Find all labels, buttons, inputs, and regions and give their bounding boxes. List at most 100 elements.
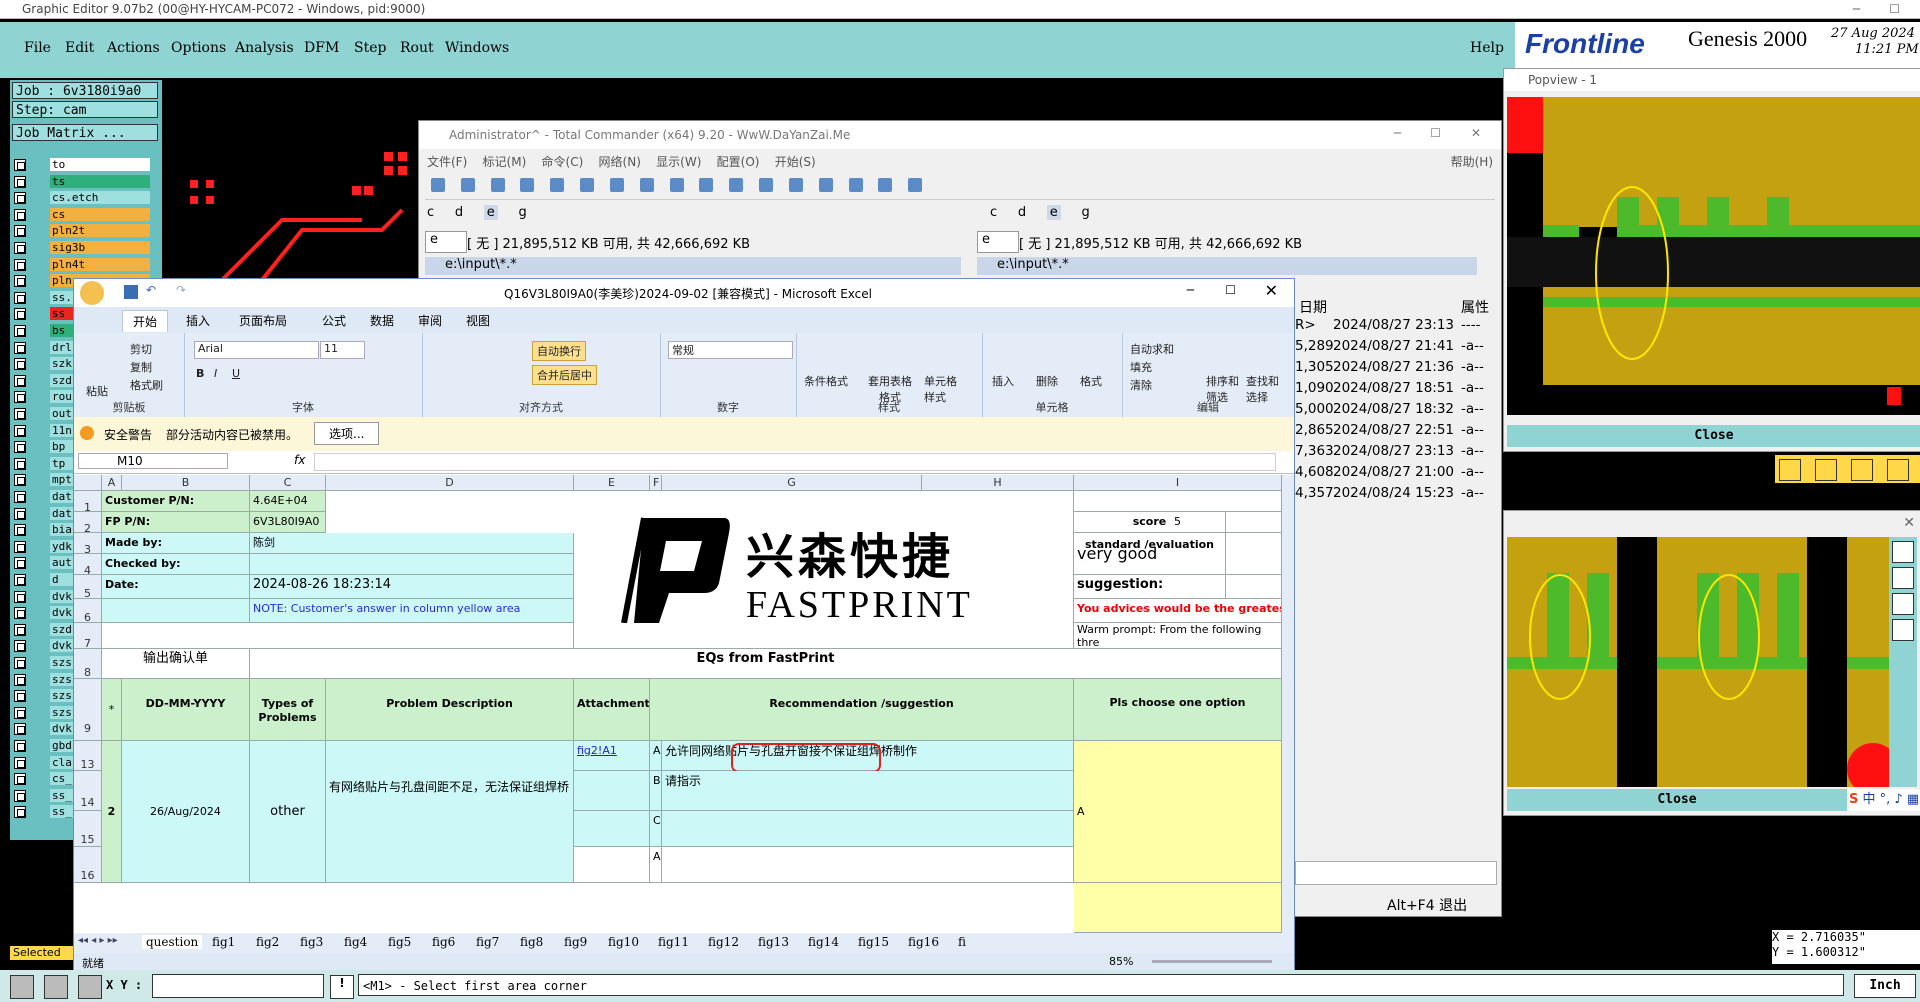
layer-row[interactable]: pln2t bbox=[14, 224, 154, 238]
tab-data[interactable]: 数据 bbox=[370, 312, 394, 329]
layer-checkbox[interactable] bbox=[14, 673, 26, 686]
row-header[interactable]: 6 bbox=[74, 599, 102, 623]
layer-name[interactable]: cs.etch bbox=[50, 191, 150, 205]
layer-checkbox[interactable] bbox=[14, 806, 26, 819]
layer-checkbox[interactable] bbox=[14, 524, 26, 537]
checked-by-value[interactable] bbox=[250, 554, 574, 575]
tc-file-row[interactable]: 4,357 2024/08/24 15:23 -a-- bbox=[1295, 485, 1495, 506]
select-icon[interactable] bbox=[1815, 459, 1837, 481]
column-header[interactable]: H bbox=[922, 475, 1074, 491]
unpack-icon[interactable] bbox=[699, 178, 714, 192]
sheet-tab[interactable]: fig7 bbox=[476, 935, 499, 949]
tc-file-row[interactable]: 5,289 2024/08/27 21:41 -a-- bbox=[1295, 338, 1495, 359]
sheet-tab[interactable]: fig13 bbox=[758, 935, 789, 949]
sheet-tab[interactable]: fig14 bbox=[808, 935, 839, 949]
menu-options[interactable]: Options bbox=[171, 40, 226, 56]
layer-checkbox[interactable] bbox=[14, 325, 26, 337]
customer-pn-value[interactable]: 4.64E+04 bbox=[250, 491, 326, 512]
row-header[interactable]: 7 bbox=[74, 623, 102, 649]
layer-checkbox[interactable] bbox=[14, 607, 26, 620]
tc-col-date[interactable]: 日期 bbox=[1299, 297, 1327, 317]
compare-icon[interactable] bbox=[878, 178, 893, 192]
popview-close-button[interactable]: Close bbox=[1507, 425, 1920, 447]
tc-col-attr[interactable]: 属性 bbox=[1461, 297, 1489, 317]
maximize-icon[interactable]: ☐ bbox=[1889, 0, 1900, 18]
popview2-close-button[interactable]: Close bbox=[1507, 789, 1847, 811]
ime-toolbar[interactable]: S 中 °, ♪ ▦ bbox=[1849, 789, 1920, 811]
close-icon[interactable]: ✕ bbox=[1903, 515, 1915, 531]
thumbnail-icon[interactable] bbox=[520, 178, 535, 192]
url-icon[interactable] bbox=[759, 178, 774, 192]
layer-checkbox[interactable] bbox=[14, 507, 26, 520]
layer-checkbox[interactable] bbox=[14, 341, 26, 354]
layer-checkbox[interactable] bbox=[14, 540, 26, 553]
layer-name[interactable]: sig3b bbox=[50, 241, 150, 254]
layer-checkbox[interactable] bbox=[14, 690, 26, 703]
cell[interactable] bbox=[102, 599, 250, 623]
cell[interactable] bbox=[574, 847, 650, 883]
fill-button[interactable]: 填充 bbox=[1130, 359, 1152, 375]
drive-c-right[interactable]: c bbox=[990, 205, 997, 220]
layer-checkbox[interactable] bbox=[14, 740, 26, 752]
layer-name[interactable]: pln2t bbox=[50, 224, 150, 238]
tc-file-row[interactable]: 4,608 2024/08/27 21:00 -a-- bbox=[1295, 464, 1495, 485]
sheet-tab[interactable]: fig1 bbox=[212, 935, 235, 949]
layer-checkbox[interactable] bbox=[14, 424, 26, 437]
layer-row[interactable]: cs bbox=[14, 207, 154, 222]
snap-icon[interactable] bbox=[1887, 459, 1909, 481]
menu-help[interactable]: Help bbox=[1470, 40, 1504, 56]
sheet-tab[interactable]: fig3 bbox=[300, 935, 323, 949]
units-button[interactable]: Inch bbox=[1854, 974, 1916, 998]
menu-dfm[interactable]: DFM bbox=[304, 40, 339, 56]
drive-g-right[interactable]: g bbox=[1081, 205, 1089, 220]
layer-name[interactable]: to bbox=[50, 158, 150, 171]
tc-close-icon[interactable]: ✕ bbox=[1471, 126, 1481, 140]
tc-left-drive-select[interactable]: e bbox=[425, 231, 467, 253]
layer-checkbox[interactable] bbox=[14, 657, 26, 669]
score-value[interactable]: 5 bbox=[1074, 512, 1282, 533]
tc-menu-mark[interactable]: 标记(M) bbox=[483, 155, 527, 169]
xy-input[interactable] bbox=[152, 974, 324, 998]
format-painter-button[interactable]: 格式刷 bbox=[130, 377, 163, 393]
excel-maximize-icon[interactable]: ☐ bbox=[1225, 283, 1236, 297]
cut-button[interactable]: 剪切 bbox=[130, 341, 152, 357]
zoom-in-icon[interactable] bbox=[1892, 541, 1914, 563]
sheet-tab[interactable]: fig16 bbox=[908, 935, 939, 949]
tab-review[interactable]: 审阅 bbox=[418, 312, 442, 329]
pan-icon[interactable] bbox=[1892, 593, 1914, 615]
layer-checkbox[interactable] bbox=[14, 491, 26, 503]
sheet-tab[interactable]: fig4 bbox=[344, 935, 367, 949]
grid-mode-icon[interactable] bbox=[78, 975, 102, 999]
security-options-button[interactable]: 选项... bbox=[314, 422, 380, 445]
tc-command-line[interactable] bbox=[1295, 861, 1497, 885]
ftp-icon[interactable] bbox=[729, 178, 744, 192]
tab-page-layout[interactable]: 页面布局 bbox=[239, 312, 287, 329]
suggestion-value[interactable] bbox=[1074, 575, 1282, 599]
snap-mode-icon[interactable] bbox=[44, 975, 68, 999]
pcb-canvas[interactable] bbox=[162, 80, 422, 280]
sheet-tab[interactable]: fig15 bbox=[858, 935, 889, 949]
back-icon[interactable] bbox=[609, 178, 624, 192]
row-date[interactable]: 26/Aug/2024 bbox=[122, 741, 250, 883]
font-name-select[interactable]: Arial bbox=[194, 341, 319, 359]
delete-cells-button[interactable]: 删除 bbox=[1036, 373, 1058, 389]
italic-button[interactable]: I bbox=[214, 367, 217, 380]
warning-icon[interactable]: ! bbox=[330, 975, 354, 999]
sheet-nav-arrows[interactable]: ◂◂ ◂ ▸ ▸▸ bbox=[78, 935, 118, 946]
layer-checkbox[interactable] bbox=[14, 623, 26, 636]
row-header[interactable]: 4 bbox=[74, 554, 102, 575]
layer-checkbox[interactable] bbox=[14, 773, 26, 786]
tc-minimize-icon[interactable]: ─ bbox=[1394, 126, 1401, 140]
tc-file-row[interactable]: 5,000 2024/08/27 18:32 -a-- bbox=[1295, 401, 1495, 422]
cell[interactable] bbox=[1074, 491, 1282, 512]
layer-checkbox[interactable] bbox=[14, 208, 26, 221]
insert-cells-button[interactable]: 插入 bbox=[992, 373, 1014, 389]
drive-d[interactable]: d bbox=[455, 205, 463, 220]
sheet-tab[interactable]: fi bbox=[958, 935, 966, 949]
tc-file-row[interactable]: R> 2024/08/27 23:13 ---- bbox=[1295, 317, 1495, 338]
row-header[interactable]: 8 bbox=[74, 649, 102, 679]
column-header[interactable]: D bbox=[326, 475, 574, 491]
layer-name[interactable]: ts bbox=[50, 174, 150, 188]
row-header[interactable]: 3 bbox=[74, 533, 102, 554]
column-header[interactable]: G bbox=[662, 475, 922, 491]
